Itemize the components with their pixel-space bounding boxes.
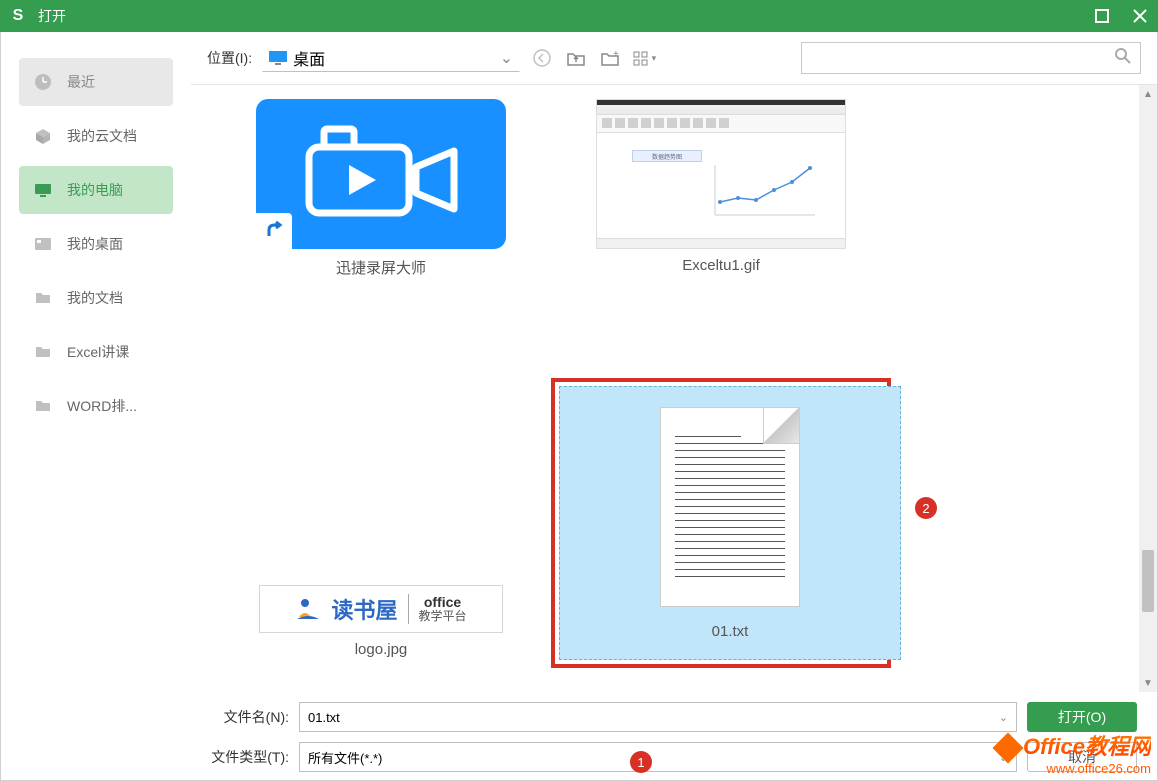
file-browser: 迅捷录屏大师 数据趋势图 (191, 84, 1157, 692)
vertical-scrollbar[interactable]: ▲ ▼ (1139, 85, 1157, 692)
location-label: 位置(I): (207, 48, 252, 68)
filename-label: 文件名(N): (211, 707, 289, 727)
text-file-icon (660, 407, 800, 607)
file-item-txt[interactable]: 01.txt (551, 378, 891, 668)
sidebar-item-label: 我的文档 (67, 288, 123, 308)
video-thumbnail (256, 99, 506, 249)
toolbar: 位置(I): 桌面 ⌄ + ▾ (191, 32, 1157, 84)
logo-text2: office (419, 595, 467, 610)
search-icon (1114, 47, 1132, 70)
book-person-icon (295, 597, 321, 621)
monitor-small-icon (269, 51, 287, 65)
annotation-badge-1: 1 (630, 751, 652, 773)
cube-icon (33, 126, 53, 146)
open-button[interactable]: 打开(O) (1027, 702, 1137, 732)
shortcut-arrow-icon (256, 213, 292, 249)
camera-icon (304, 125, 464, 225)
sidebar-item-label: 最近 (67, 72, 95, 92)
folder-icon (33, 396, 53, 416)
filename-value: 01.txt (308, 710, 340, 725)
location-value: 桌面 (293, 46, 325, 70)
monitor-icon (33, 180, 53, 200)
logo-text3: 教学平台 (419, 610, 467, 623)
view-mode-button[interactable]: ▾ (632, 46, 656, 70)
title-bar: S 打开 (0, 0, 1158, 32)
sidebar: 最近 我的云文档 我的电脑 我的桌面 我的文档 (1, 32, 191, 780)
desktop-icon (33, 234, 53, 254)
close-button[interactable] (1130, 6, 1150, 26)
sidebar-item-label: WORD排... (67, 396, 137, 416)
scroll-up-button[interactable]: ▲ (1139, 85, 1157, 103)
cancel-button[interactable]: 取消 (1027, 742, 1137, 772)
search-box[interactable] (801, 42, 1141, 74)
up-folder-button[interactable] (564, 46, 588, 70)
scroll-down-button[interactable]: ▼ (1139, 674, 1157, 692)
sidebar-item-excel[interactable]: Excel讲课 (19, 328, 173, 376)
file-name: Exceltu1.gif (561, 257, 881, 274)
file-item-logo[interactable]: 读书屋 office 教学平台 logo.jpg (211, 575, 551, 668)
bottom-bar: 文件名(N): 01.txt ⌄ 打开(O) 文件类型(T): 所有文件(*.*… (191, 692, 1157, 780)
chevron-down-icon: ⌄ (999, 711, 1008, 724)
window-title: 打开 (38, 6, 1092, 26)
sidebar-item-documents[interactable]: 我的文档 (19, 274, 173, 322)
scroll-thumb[interactable] (1142, 550, 1154, 612)
filetype-dropdown[interactable]: 所有文件(*.*) ⌄ (299, 742, 1017, 772)
sidebar-item-label: Excel讲课 (67, 342, 129, 362)
folder-icon (33, 342, 53, 362)
location-dropdown[interactable]: 桌面 ⌄ (262, 44, 520, 72)
back-button[interactable] (530, 46, 554, 70)
sidebar-item-cloud[interactable]: 我的云文档 (19, 112, 173, 160)
file-item-gif[interactable]: 数据趋势图 Exceltu1.gif (551, 89, 891, 284)
chevron-down-icon: ⌄ (500, 48, 513, 68)
selection-highlight: 01.txt (551, 378, 891, 668)
sidebar-item-label: 我的桌面 (67, 234, 123, 254)
sidebar-item-recent[interactable]: 最近 (19, 58, 173, 106)
file-item-video[interactable]: 迅捷录屏大师 (211, 89, 551, 288)
new-folder-button[interactable]: + (598, 46, 622, 70)
clock-icon (33, 72, 53, 92)
gif-thumbnail: 数据趋势图 (596, 99, 846, 249)
sidebar-item-label: 我的云文档 (67, 126, 137, 146)
sidebar-item-desktop[interactable]: 我的桌面 (19, 220, 173, 268)
filetype-label: 文件类型(T): (211, 747, 289, 767)
file-name: 01.txt (712, 623, 749, 640)
filename-input[interactable]: 01.txt ⌄ (299, 702, 1017, 732)
search-input[interactable] (810, 51, 1114, 66)
svg-text:+: + (613, 49, 619, 60)
file-name: logo.jpg (221, 641, 541, 658)
logo-text1: 读书屋 (331, 593, 397, 625)
filetype-value: 所有文件(*.*) (308, 748, 382, 767)
chevron-down-icon: ⌄ (999, 751, 1008, 764)
sidebar-item-label: 我的电脑 (67, 180, 123, 200)
folder-icon (33, 288, 53, 308)
app-logo-icon: S (8, 6, 28, 26)
annotation-badge-2: 2 (915, 497, 937, 519)
sidebar-item-word[interactable]: WORD排... (19, 382, 173, 430)
file-name: 迅捷录屏大师 (221, 257, 541, 278)
maximize-button[interactable] (1092, 6, 1112, 26)
logo-thumbnail: 读书屋 office 教学平台 (259, 585, 503, 633)
sidebar-item-computer[interactable]: 我的电脑 (19, 166, 173, 214)
